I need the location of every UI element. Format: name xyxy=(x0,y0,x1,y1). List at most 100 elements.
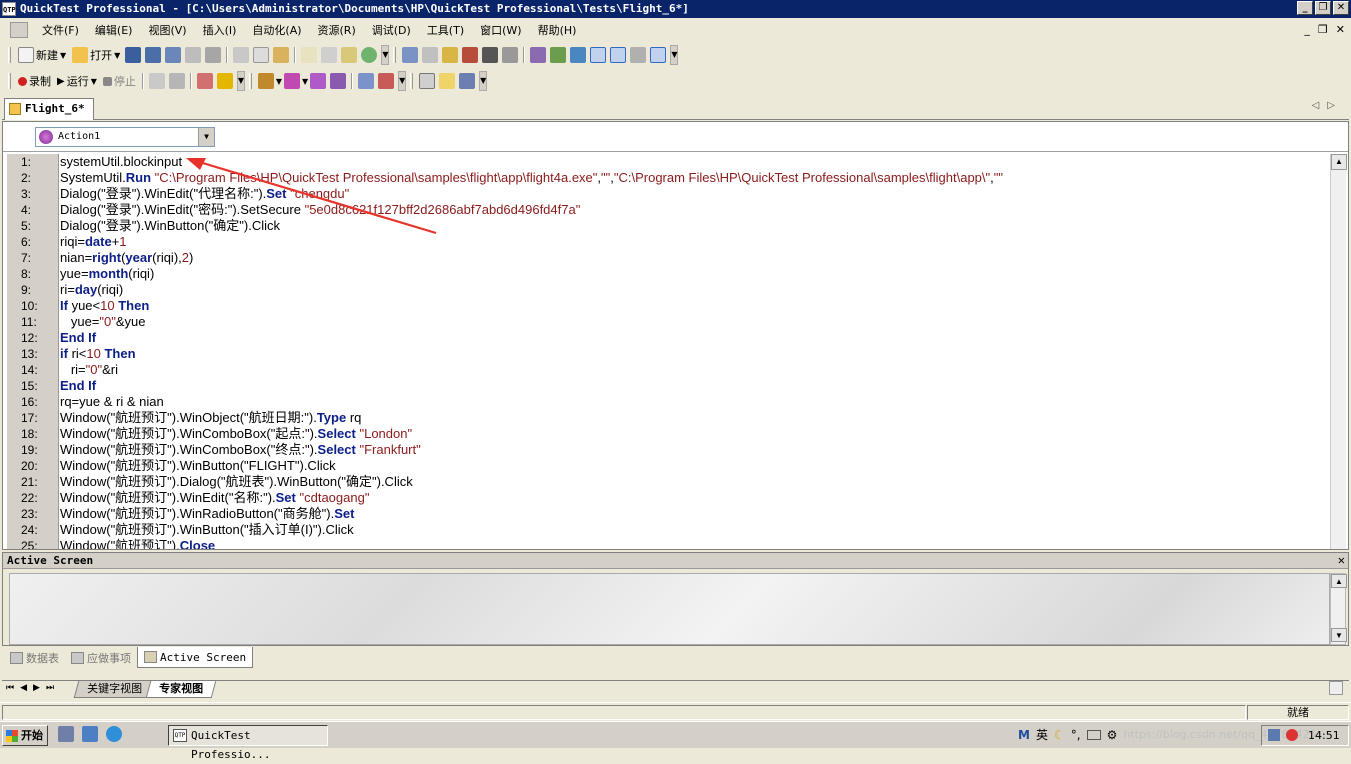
end-transaction-icon[interactable] xyxy=(330,73,347,89)
code-line[interactable]: End If xyxy=(60,330,1326,346)
mdi-minimize-button[interactable]: _ xyxy=(1304,23,1310,36)
save-icon[interactable] xyxy=(125,47,142,63)
tab-flight-6[interactable]: Flight_6* xyxy=(4,98,94,120)
function-generator-icon[interactable] xyxy=(550,47,567,63)
restore-button[interactable]: ❐ xyxy=(1315,1,1331,15)
insert-checkpoint-icon[interactable] xyxy=(257,73,274,89)
volume-icon[interactable] xyxy=(1286,729,1298,741)
network-icon[interactable] xyxy=(1268,729,1280,741)
new-button[interactable]: 新建 ▼ xyxy=(15,45,69,65)
cut-icon[interactable] xyxy=(233,47,250,63)
code-line[interactable]: SystemUtil.Run "C:\Program Files\HP\Quic… xyxy=(60,170,1326,186)
minimize-button[interactable]: _ xyxy=(1297,1,1313,15)
start-button[interactable]: 开始 xyxy=(2,725,48,746)
debug-viewer-icon[interactable] xyxy=(630,47,647,63)
menu-help[interactable]: 帮助(H) xyxy=(530,22,585,38)
code-line[interactable]: Window("航班预订").Close xyxy=(60,538,1326,549)
code-line[interactable]: Window("航班预订").WinObject("航班日期:").Type r… xyxy=(60,410,1326,426)
code-line[interactable]: systemUtil.blockinput xyxy=(60,154,1326,170)
code-line[interactable]: riqi=date+1 xyxy=(60,234,1326,250)
menu-edit[interactable]: 编辑(E) xyxy=(87,22,141,38)
copy-icon[interactable] xyxy=(253,47,270,63)
menu-view[interactable]: 视图(V) xyxy=(140,22,194,38)
tab-keyword-view[interactable]: 关键字视图 xyxy=(73,681,156,698)
code-line[interactable]: rq=yue & ri & nian xyxy=(60,394,1326,410)
save-with-resources-icon[interactable] xyxy=(165,47,182,63)
save-all-icon[interactable] xyxy=(145,47,162,63)
menu-resources[interactable]: 资源(R) xyxy=(310,22,364,38)
show-desktop-icon[interactable] xyxy=(58,726,74,742)
mdi-restore-button[interactable]: ❐ xyxy=(1318,23,1328,36)
scroll-up-icon[interactable]: ▲ xyxy=(1331,154,1347,170)
results-icon[interactable] xyxy=(196,73,213,89)
mdi-close-button[interactable]: ✕ xyxy=(1336,23,1345,36)
explorer-icon[interactable] xyxy=(82,726,98,742)
code-line[interactable]: If yue<10 Then xyxy=(60,298,1326,314)
code-line[interactable]: End If xyxy=(60,378,1326,394)
moon-icon[interactable]: ☾ xyxy=(1054,728,1065,742)
step-list-icon[interactable] xyxy=(419,73,436,89)
indent-icon[interactable] xyxy=(530,47,547,63)
code-line[interactable]: Window("航班预订").WinRadioButton("商务舱").Set xyxy=(60,506,1326,522)
data-table-toggle-icon[interactable] xyxy=(590,47,607,63)
chevron-down-icon[interactable]: ▼ xyxy=(198,128,214,146)
code-line[interactable]: Window("航班预订").WinButton("FLIGHT").Click xyxy=(60,458,1326,474)
undo-icon[interactable] xyxy=(402,47,419,63)
step-over-icon[interactable] xyxy=(378,73,395,89)
settings-icon[interactable]: ⚙ xyxy=(1107,728,1118,742)
view-scroll-icon[interactable] xyxy=(1329,681,1343,695)
menu-automation[interactable]: 自动化(A) xyxy=(244,22,309,38)
editor-vertical-scrollbar[interactable]: ▲ xyxy=(1330,154,1347,549)
code-line[interactable]: ri=day(riqi) xyxy=(60,282,1326,298)
stop-button[interactable]: 停止 xyxy=(100,71,139,91)
code-area[interactable]: systemUtil.blockinput SystemUtil.Run "C:\… xyxy=(60,154,1326,549)
close-icon[interactable]: ✕ xyxy=(1338,553,1345,568)
code-line[interactable]: Window("航班预订").Dialog("航班表").WinButton("… xyxy=(60,474,1326,490)
step-generator-icon[interactable] xyxy=(570,47,587,63)
tab-to-do[interactable]: 应做事项 xyxy=(65,647,137,668)
check-icon[interactable] xyxy=(361,47,378,63)
code-line[interactable]: Dialog("登录").WinEdit("密码:").SetSecure "5… xyxy=(60,202,1326,218)
transaction-icon[interactable] xyxy=(310,73,327,89)
analog-recording-icon[interactable] xyxy=(148,73,165,89)
run-button[interactable]: ▶ 运行 ▼ xyxy=(54,71,100,91)
tab-scroll-right-icon[interactable]: ▷ xyxy=(1327,100,1343,111)
record-button[interactable]: 录制 xyxy=(15,71,54,91)
menu-tools[interactable]: 工具(T) xyxy=(419,22,472,38)
spy-icon[interactable] xyxy=(341,47,358,63)
menu-file[interactable]: 文件(F) xyxy=(34,22,87,38)
code-line[interactable]: Dialog("登录").WinButton("确定").Click xyxy=(60,218,1326,234)
ime-mode-label[interactable]: 英 xyxy=(1036,726,1048,743)
menu-debug[interactable]: 调试(D) xyxy=(364,22,419,38)
low-level-recording-icon[interactable] xyxy=(168,73,185,89)
menu-insert[interactable]: 插入(I) xyxy=(195,22,245,38)
ime-icon[interactable]: M xyxy=(1018,728,1030,742)
punctuation-icon[interactable]: °, xyxy=(1071,728,1081,742)
missing-resources-icon[interactable] xyxy=(650,47,667,63)
code-line[interactable]: nian=right(year(riqi),2) xyxy=(60,250,1326,266)
keyboard-icon[interactable] xyxy=(1086,729,1101,740)
options-icon[interactable] xyxy=(459,73,476,89)
tab-active-screen[interactable]: Active Screen xyxy=(137,647,254,668)
paste-icon[interactable] xyxy=(273,47,290,63)
code-line[interactable]: Dialog("登录").WinEdit("代理名称:").Set "cheng… xyxy=(60,186,1326,202)
uncomment-icon[interactable] xyxy=(462,47,479,63)
tab-data-table[interactable]: 数据表 xyxy=(4,647,65,668)
print-icon[interactable] xyxy=(185,47,202,63)
code-line[interactable]: Window("航班预订").WinEdit("名称:").Set "cdtao… xyxy=(60,490,1326,506)
scroll-down-icon[interactable]: ▼ xyxy=(1331,628,1347,642)
scroll-up-icon[interactable]: ▲ xyxy=(1331,574,1347,588)
code-line[interactable]: if ri<10 Then xyxy=(60,346,1326,362)
tab-scroll-left-icon[interactable]: ◁ xyxy=(1312,100,1328,111)
active-screen-toggle-icon[interactable] xyxy=(610,47,627,63)
print-preview-icon[interactable] xyxy=(205,47,222,63)
tab-expert-view[interactable]: 专家视图 xyxy=(145,681,217,698)
output-value-icon[interactable] xyxy=(284,73,301,89)
action-select[interactable]: Action1 ▼ xyxy=(35,127,215,147)
code-line[interactable]: Window("航班预订").WinButton("插入订单(I)").Clic… xyxy=(60,522,1326,538)
taskbar-app-qtp[interactable]: QTP QuickTest Professio... xyxy=(168,725,328,761)
view-tab-navigation[interactable]: ⏮◀▶⏭ xyxy=(6,683,60,693)
internet-explorer-icon[interactable] xyxy=(106,726,122,742)
code-line[interactable]: ri="0"&ri xyxy=(60,362,1326,378)
redo-icon[interactable] xyxy=(422,47,439,63)
